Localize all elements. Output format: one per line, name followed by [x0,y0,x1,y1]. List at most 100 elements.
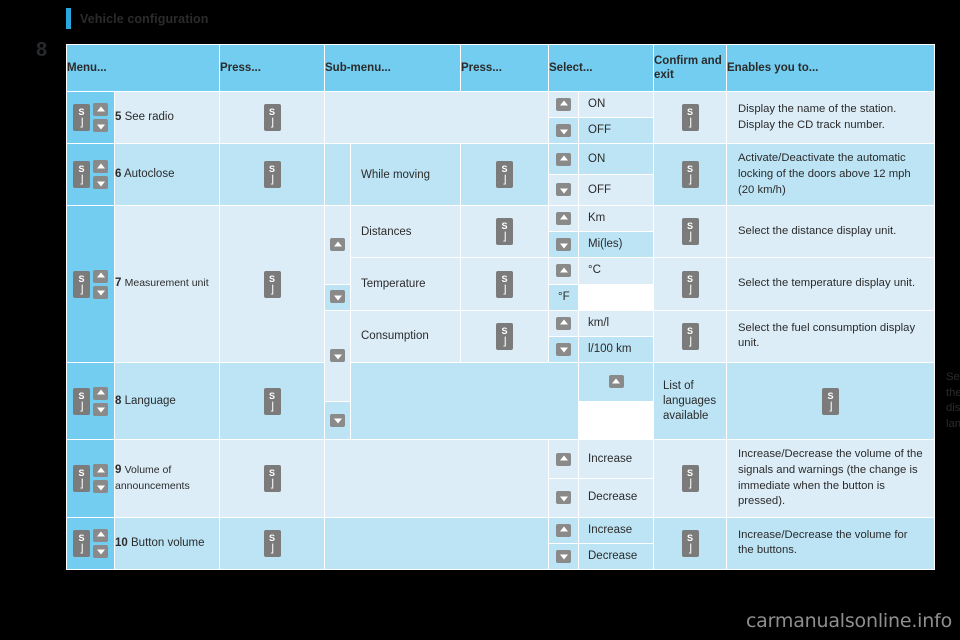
press-icon-cell-8[interactable]: S ⌋ [219,362,325,441]
arrow-down-button-icon[interactable] [93,480,108,494]
s-return-button-icon[interactable]: S ⌋ [73,387,90,415]
arrow-down-button-icon[interactable] [330,290,345,304]
arrow-up-button-icon[interactable] [556,97,571,111]
s-return-button-icon[interactable]: S ⌋ [263,270,281,298]
s-return-button-icon[interactable]: S ⌋ [681,465,699,493]
select-option-cell-7-2-0[interactable]: km/l [578,309,654,337]
select-arrow-down-cell-10[interactable] [548,542,579,571]
confirm-icon-cell-10[interactable]: S ⌋ [653,516,727,571]
s-return-button-icon[interactable]: S ⌋ [73,465,90,493]
select-option-cell-5-1[interactable]: OFF [578,117,654,145]
select-option-cell-8-0[interactable]: List of languages available [653,362,727,441]
s-return-button-icon[interactable]: S ⌋ [496,161,513,189]
select-option-cell-10-1[interactable]: Decrease [578,542,654,571]
arrow-down-button-icon[interactable] [556,238,571,252]
press2-icon-cell-6[interactable]: S ⌋ [460,143,549,207]
press-icon-cell-7[interactable]: S ⌋ [219,205,325,364]
menu-button-icon-cell-7[interactable]: S ⌋ [66,205,115,364]
s-return-button-icon[interactable]: S ⌋ [681,161,699,189]
confirm-icon-cell-6[interactable]: S ⌋ [653,143,727,207]
arrow-down-button-icon[interactable] [93,544,108,558]
arrow-down-button-icon[interactable] [556,549,571,563]
arrow-up-button-icon[interactable] [556,523,571,537]
press-icon-cell-5[interactable]: S ⌋ [219,90,325,145]
submenu-arrow-up-cell-7[interactable] [324,205,351,285]
press2-icon-cell-7-2[interactable]: S ⌋ [460,309,549,364]
select-arrow-down-cell-6[interactable] [548,174,579,207]
s-return-button-icon[interactable]: S ⌋ [263,161,281,189]
select-option-cell-7-0-0[interactable]: Km [578,205,654,233]
s-return-button-icon[interactable]: S ⌋ [263,529,281,557]
menu-button-icon-cell-6[interactable]: S ⌋ [66,143,115,207]
select-arrow-down-cell-5[interactable] [548,117,579,145]
arrow-up-button-icon[interactable] [93,160,108,174]
select-arrow-up-cell-5[interactable] [548,90,579,119]
s-return-button-icon[interactable]: S ⌋ [496,322,513,350]
s-return-button-icon[interactable]: S ⌋ [73,104,90,132]
select-option-cell-9-0[interactable]: Increase [578,439,654,480]
select-arrow-up-cell-9[interactable] [548,439,579,480]
arrow-down-button-icon[interactable] [556,491,571,505]
arrow-up-button-icon[interactable] [93,386,108,400]
select-arrow-up-cell-8[interactable] [578,362,654,402]
arrow-up-button-icon[interactable] [556,452,571,466]
press2-icon-cell-7-1[interactable]: S ⌋ [460,257,549,311]
select-option-cell-6-0[interactable]: ON [578,143,654,176]
arrow-down-button-icon[interactable] [93,285,108,299]
select-option-cell-7-1-1[interactable]: °F [548,283,579,311]
confirm-icon-cell-7-1[interactable]: S ⌋ [653,257,727,311]
select-arrow-up-cell-10[interactable] [548,516,579,544]
press-icon-cell-6[interactable]: S ⌋ [219,143,325,207]
s-return-button-icon[interactable]: S ⌋ [73,270,90,298]
arrow-down-button-icon[interactable] [330,349,345,363]
s-return-button-icon[interactable]: S ⌋ [681,104,699,132]
menu-button-icon-cell-5[interactable]: S ⌋ [66,90,115,145]
select-arrow-up-cell-7-1[interactable] [548,257,579,285]
s-return-button-icon[interactable]: S ⌋ [263,387,281,415]
arrow-up-button-icon[interactable] [556,211,571,225]
arrow-down-button-icon[interactable] [93,402,108,416]
confirm-icon-cell-8[interactable]: S ⌋ [726,362,935,441]
arrow-down-button-icon[interactable] [330,413,345,427]
s-return-button-icon[interactable]: S ⌋ [681,529,699,557]
press-icon-cell-9[interactable]: S ⌋ [219,439,325,518]
arrow-up-button-icon[interactable] [93,528,108,542]
confirm-icon-cell-9[interactable]: S ⌋ [653,439,727,518]
s-return-button-icon[interactable]: S ⌋ [73,161,90,189]
arrow-down-button-icon[interactable] [556,342,571,356]
arrow-up-button-icon[interactable] [93,269,108,283]
menu-button-icon-cell-10[interactable]: S ⌋ [66,516,115,571]
arrow-down-button-icon[interactable] [93,119,108,133]
arrow-up-button-icon[interactable] [93,464,108,478]
arrow-up-button-icon[interactable] [608,375,624,389]
arrow-down-button-icon[interactable] [93,176,108,190]
arrow-up-button-icon[interactable] [556,316,571,330]
s-return-button-icon[interactable]: S ⌋ [681,270,699,298]
select-option-cell-7-2-1[interactable]: l/100 km [578,335,654,364]
confirm-icon-cell-5[interactable]: S ⌋ [653,90,727,145]
menu-button-icon-cell-8[interactable]: S ⌋ [66,362,115,441]
arrow-down-button-icon[interactable] [556,124,571,138]
arrow-down-button-icon[interactable] [556,183,571,197]
select-arrow-down-cell-9[interactable] [548,478,579,518]
select-arrow-down-cell-7-0[interactable] [548,231,579,259]
arrow-up-button-icon[interactable] [556,152,571,166]
arrow-up-button-icon[interactable] [556,264,571,278]
s-return-button-icon[interactable]: S ⌋ [681,218,699,246]
menu-button-icon-cell-9[interactable]: S ⌋ [66,439,115,518]
select-arrow-up-cell-7-2[interactable] [548,309,579,337]
select-option-cell-7-0-1[interactable]: Mi(les) [578,231,654,259]
s-return-button-icon[interactable]: S ⌋ [822,387,839,415]
submenu-arrow-down-cell-7[interactable] [324,309,351,402]
select-arrow-down-cell-8[interactable] [324,400,351,441]
select-option-cell-10-0[interactable]: Increase [578,516,654,544]
select-arrow-down-cell-7-1[interactable] [324,283,351,311]
arrow-up-button-icon[interactable] [330,238,345,252]
confirm-icon-cell-7-2[interactable]: S ⌋ [653,309,727,364]
select-arrow-up-cell-7-0[interactable] [548,205,579,233]
press2-icon-cell-7-0[interactable]: S ⌋ [460,205,549,259]
select-option-cell-9-1[interactable]: Decrease [578,478,654,518]
select-option-cell-6-1[interactable]: OFF [578,174,654,207]
select-option-cell-7-1-0[interactable]: °C [578,257,654,285]
s-return-button-icon[interactable]: S ⌋ [263,104,281,132]
